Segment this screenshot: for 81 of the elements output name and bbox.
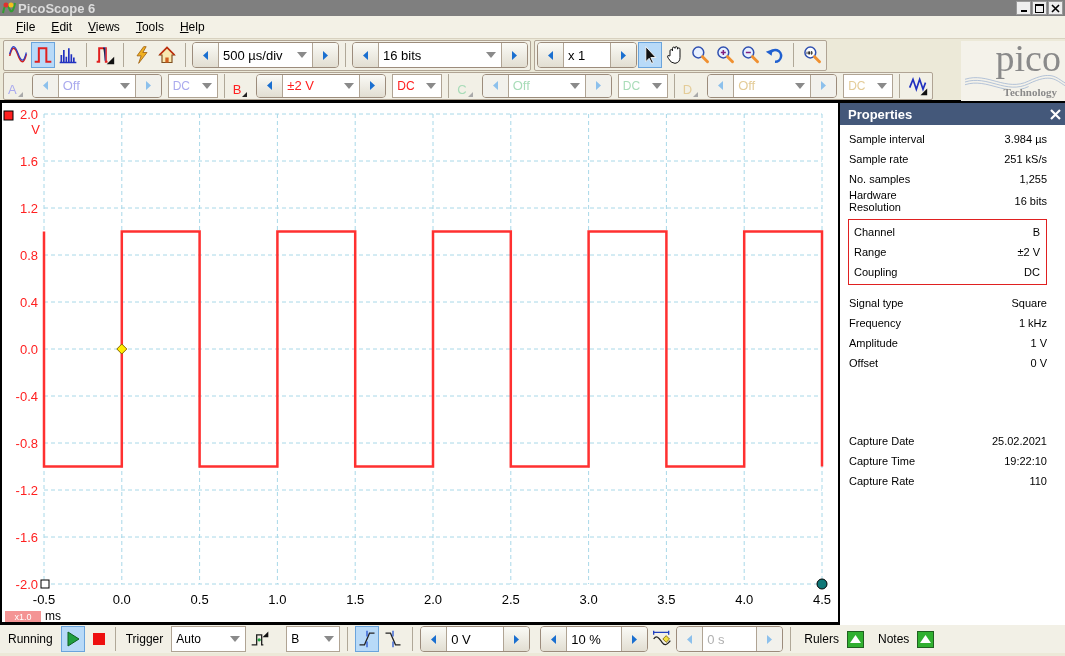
menu-item[interactable]: Edit — [43, 18, 81, 36]
status-text: Running — [7, 632, 54, 646]
property-label: Capture Rate — [849, 475, 915, 487]
tick-label: 3.0 — [579, 592, 598, 607]
property-value: 19:22:10 — [1004, 455, 1047, 467]
property-label: No. samples — [849, 173, 911, 185]
tick-label: -1.6 — [15, 530, 38, 545]
range-spinner[interactable]: ±2 V — [256, 73, 387, 98]
value-dropdown[interactable]: 16 bits — [378, 43, 502, 67]
value-field[interactable]: 0 V — [446, 627, 505, 651]
property-label: Sample rate — [849, 153, 909, 165]
tick-label: 0.5 — [190, 592, 209, 607]
tick-label: -1.2 — [15, 483, 38, 498]
property-label: Sample interval — [849, 133, 925, 145]
trigger-label: Trigger — [124, 632, 165, 646]
property-label: Coupling — [854, 266, 898, 278]
menu-item[interactable]: File — [8, 18, 44, 36]
value-dropdown[interactable]: ±2 V — [282, 74, 361, 97]
trigger-source-dropdown[interactable]: B — [286, 626, 341, 652]
tick-label: -0.5 — [32, 592, 56, 607]
property-value: 1,255 — [1019, 173, 1047, 185]
property-label: Signal type — [849, 297, 904, 309]
property-label: Amplitude — [849, 337, 898, 349]
property-label: Frequency — [849, 317, 901, 329]
property-value: 1 kHz — [1018, 317, 1047, 329]
property-value: 25.02.2021 — [991, 435, 1047, 447]
property-value: 16 bits — [1014, 195, 1047, 207]
property-value: 3.984 µs — [1004, 133, 1047, 145]
rulers-label: Rulers — [803, 632, 840, 646]
menu-item[interactable]: Views — [80, 18, 128, 36]
resolution-spinner[interactable]: 16 bits — [352, 42, 528, 68]
property-value: 0 V — [1030, 357, 1047, 369]
tick-label: 4.0 — [735, 592, 754, 607]
logo-tagline: Technology — [1003, 86, 1058, 98]
window-title: PicoScope 6 — [18, 0, 96, 16]
tick-label: 1.0 — [268, 592, 287, 607]
property-value: Square — [1011, 297, 1047, 309]
trigger-mode-dropdown[interactable]: Auto — [171, 626, 247, 652]
tick-label: -0.4 — [15, 389, 38, 404]
tick-label: 0.8 — [19, 248, 38, 263]
tick-label: 2.0 — [19, 107, 38, 122]
timebase-spinner[interactable]: 500 µs/div — [192, 42, 339, 68]
property-label: Channel — [854, 226, 895, 238]
menu-item[interactable]: Tools — [127, 18, 172, 36]
tick-label: -0.8 — [15, 436, 38, 451]
tick-label: 0.0 — [19, 342, 38, 357]
property-value: 251 kS/s — [1004, 153, 1047, 165]
tick-label: 4.5 — [812, 592, 832, 607]
scope-view[interactable]: 2.0 1.6 1.2 0.8 0.4 0.0 -0.4 -0.8 -1.2 -1.6 -2.0 -0.5 0.0 0.5 1.0 1.5 2.0 2.5 3.0 3.5 4.0 4.5 V x1.0 ms — [0, 103, 840, 625]
scale-badge: x1.0 — [5, 611, 41, 622]
property-value: DC — [1024, 266, 1040, 278]
tick-label: 0.0 — [112, 592, 131, 607]
tick-label: 3.5 — [657, 592, 676, 607]
property-value: B — [1032, 226, 1040, 238]
pretrigger-spinner[interactable]: 10 % — [540, 626, 649, 652]
tick-label: 1.5 — [346, 592, 365, 607]
tick-label: 0.4 — [19, 295, 38, 310]
tick-label: 2.0 — [423, 592, 443, 607]
value-field[interactable]: 10 % — [566, 627, 623, 651]
coupling-dropdown[interactable]: DC — [392, 73, 443, 98]
trigger-level-spinner[interactable]: 0 V — [420, 626, 531, 652]
tick-label: 1.2 — [19, 201, 38, 216]
tick-label: 2.5 — [501, 592, 520, 607]
axis-unit: V — [31, 122, 40, 137]
value-dropdown[interactable]: 500 µs/div — [218, 43, 313, 67]
property-value: 110 — [1029, 475, 1047, 487]
property-label: Offset — [849, 357, 879, 369]
tick-label: -2.0 — [15, 577, 38, 592]
property-value: 1 V — [1030, 337, 1047, 349]
menu-item[interactable]: Help — [171, 18, 213, 36]
property-label: Capture Date — [849, 435, 915, 447]
property-label: Range — [854, 246, 887, 258]
axis-unit: ms — [45, 609, 61, 622]
notes-label: Notes — [876, 632, 911, 646]
panel-title: Properties — [848, 106, 913, 122]
tick-label: 1.6 — [19, 154, 38, 169]
zoom-spinner[interactable]: x 1 — [537, 42, 637, 68]
property-value: ±2 V — [1017, 246, 1040, 258]
value-field[interactable]: x 1 — [563, 43, 611, 67]
property-label: Capture Time — [849, 455, 916, 467]
property-label: Hardware Resolution — [849, 189, 902, 213]
